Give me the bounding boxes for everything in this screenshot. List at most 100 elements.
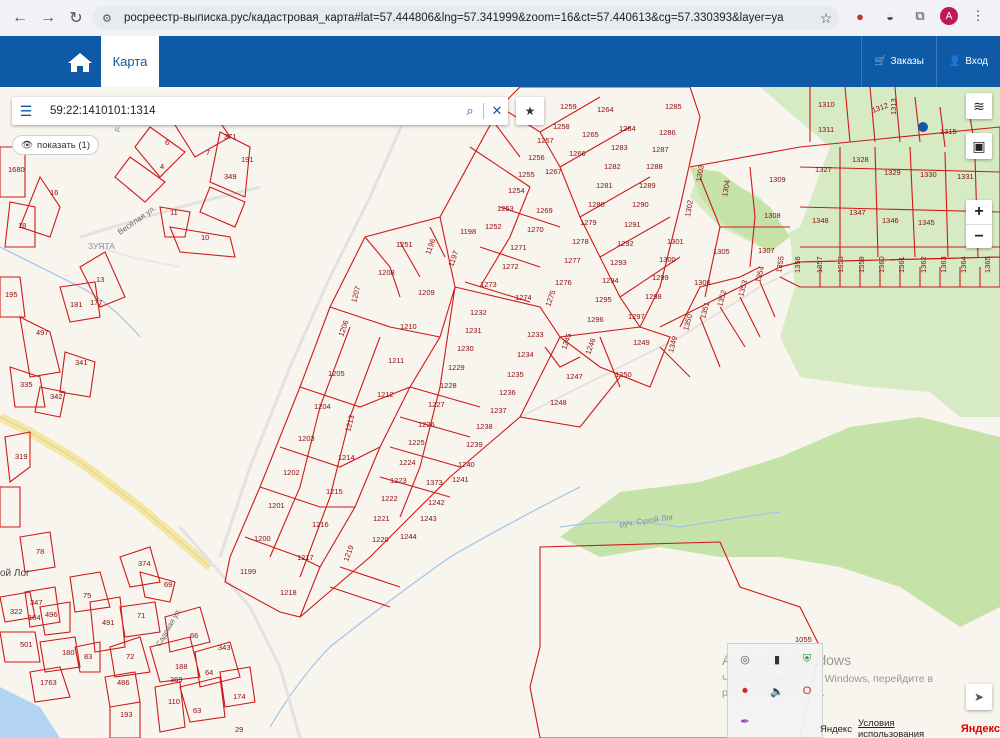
parcel-number-label[interactable]: 1363 <box>939 256 948 273</box>
parcel-number-label[interactable]: 497 <box>36 328 49 337</box>
parcel-number-label[interactable]: 1308 <box>764 211 781 220</box>
parcel-number-label[interactable]: 1232 <box>470 308 487 317</box>
parcel-number-label[interactable]: 16 <box>50 188 58 197</box>
parcel-number-label[interactable]: 1359 <box>857 256 866 273</box>
parcel-number-label[interactable]: 1330 <box>920 170 937 179</box>
address-bar[interactable]: ⚙ росреестр-выписка.рус/кадастровая_карт… <box>92 6 839 30</box>
parcel-number-label[interactable]: 1282 <box>604 162 621 171</box>
parcel-number-label[interactable]: 1279 <box>580 218 597 227</box>
parcel-number-label[interactable]: 1286 <box>659 128 676 137</box>
extension-fox-icon[interactable]: ● <box>850 6 870 26</box>
parcel-number-label[interactable]: 1313 <box>889 98 898 115</box>
parcel-number-label[interactable]: 343 <box>218 643 231 652</box>
parcel-number-label[interactable]: 191 <box>241 155 254 164</box>
parcel-number-label[interactable]: 1365 <box>983 256 992 273</box>
parcel-number-label[interactable]: 1315 <box>940 127 957 136</box>
parcel-number-label[interactable]: 496 <box>45 610 58 619</box>
tray-pen-icon[interactable]: ✒ <box>738 714 752 728</box>
parcel-number-label[interactable]: 1227 <box>428 400 445 409</box>
parcel-number-label[interactable]: 1230 <box>457 344 474 353</box>
parcel-number-label[interactable]: 1278 <box>572 237 589 246</box>
parcel-number-label[interactable]: 1209 <box>418 288 435 297</box>
parcel-number-label[interactable]: 1256 <box>528 153 545 162</box>
parcel-number-label[interactable]: 1258 <box>553 122 570 131</box>
parcel-number-label[interactable]: 1212 <box>377 390 394 399</box>
parcel-number-label[interactable]: 1217 <box>297 553 314 562</box>
tray-shield-icon[interactable]: ⛨ <box>800 652 814 666</box>
parcel-number-label[interactable]: 1202 <box>283 468 300 477</box>
parcel-number-label[interactable]: 1216 <box>312 520 329 529</box>
parcel-number-label[interactable]: 10 <box>201 233 209 242</box>
parcel-number-label[interactable]: 491 <box>102 618 115 627</box>
parcel-number-label[interactable]: 1357 <box>815 256 824 273</box>
parcel-number-label[interactable]: 75 <box>83 591 91 600</box>
parcel-number-label[interactable]: 1281 <box>596 181 613 190</box>
site-info-icon[interactable]: ⚙ <box>102 12 118 25</box>
parcel-number-label[interactable]: 374 <box>138 559 151 568</box>
parcel-number-label[interactable]: 1274 <box>515 293 532 302</box>
parcel-number-label[interactable]: 1236 <box>499 388 516 397</box>
parcel-number-label[interactable]: 1222 <box>381 494 398 503</box>
parcel-number-label[interactable]: 1269 <box>536 206 553 215</box>
parcel-number-label[interactable]: 1267 <box>545 167 562 176</box>
parcel-number-label[interactable]: 1250 <box>615 370 632 379</box>
parcel-number-label[interactable]: 1208 <box>378 268 395 277</box>
parcel-number-label[interactable]: 1680 <box>8 165 25 174</box>
tray-opera-icon[interactable]: O <box>800 684 814 698</box>
parcel-number-label[interactable]: 1301 <box>667 237 684 246</box>
parcel-number-label[interactable]: 1238 <box>476 422 493 431</box>
parcel-number-label[interactable]: 1280 <box>588 200 605 209</box>
parcel-number-label[interactable]: 1229 <box>448 363 465 372</box>
parcel-number-label[interactable]: 1310 <box>818 100 835 109</box>
parcel-number-label[interactable]: 1361 <box>897 256 906 273</box>
parcel-number-label[interactable]: 342 <box>50 392 63 401</box>
parcel-number-label[interactable]: 1223 <box>390 476 407 485</box>
parcel-number-label[interactable]: 369 <box>170 675 183 684</box>
extension-cup-icon[interactable]: ◒ <box>880 6 900 26</box>
parcel-number-label[interactable]: 1271 <box>510 243 527 252</box>
parcel-number-label[interactable]: 1252 <box>485 222 502 231</box>
bookmark-star-icon[interactable]: ☆ <box>813 10 839 27</box>
parcel-number-label[interactable]: 1309 <box>769 175 786 184</box>
terms-link[interactable]: Условия использования <box>858 718 955 738</box>
parcel-number-label[interactable]: 1226 <box>418 420 435 429</box>
parcel-number-label[interactable]: 71 <box>137 611 145 620</box>
search-input[interactable] <box>40 98 459 124</box>
parcel-number-label[interactable]: 18 <box>18 221 26 230</box>
parcel-number-label[interactable]: 64 <box>205 668 213 677</box>
parcel-number-label[interactable]: 1273 <box>480 280 497 289</box>
parcel-number-label[interactable]: 1293 <box>610 258 627 267</box>
login-button[interactable]: 👤 Вход <box>935 36 1000 87</box>
parcel-number-label[interactable]: 63 <box>193 706 201 715</box>
parcel-number-label[interactable]: 1284 <box>619 124 636 133</box>
parcel-number-label[interactable]: 1272 <box>502 262 519 271</box>
parcel-number-label[interactable]: 1288 <box>646 162 663 171</box>
favorites-star-icon[interactable]: ★ <box>516 97 544 125</box>
url-text[interactable]: росреестр-выписка.рус/кадастровая_карта#… <box>124 12 813 24</box>
parcel-number-label[interactable]: 180 <box>62 648 75 657</box>
parcel-number-label[interactable]: 1300 <box>659 255 676 264</box>
parcel-number-label[interactable]: 83 <box>84 652 92 661</box>
parcel-number-label[interactable]: 1220 <box>372 535 389 544</box>
parcel-number-label[interactable]: 1290 <box>632 200 649 209</box>
parcel-number-label[interactable]: 486 <box>117 678 130 687</box>
parcel-number-label[interactable]: 174 <box>233 692 246 701</box>
parcel-number-label[interactable]: 1255 <box>518 170 535 179</box>
parcel-number-label[interactable]: 347 <box>30 598 43 607</box>
parcel-number-label[interactable]: 11 <box>170 208 178 217</box>
parcel-number-label[interactable]: 1265 <box>582 130 599 139</box>
parcel-number-label[interactable]: 13 <box>96 275 104 284</box>
extensions-puzzle-icon[interactable]: ⧉ <box>910 6 930 26</box>
layers-icon[interactable]: ≋ <box>966 93 992 119</box>
parcel-number-label[interactable]: 1348 <box>812 216 829 225</box>
parcel-number-label[interactable]: 1297 <box>628 312 645 321</box>
parcel-number-label[interactable]: 1257 <box>537 136 554 145</box>
parcel-number-label[interactable]: 1240 <box>458 460 475 469</box>
parcel-number-label[interactable]: 78 <box>36 547 44 556</box>
reload-icon[interactable]: ↻ <box>64 6 88 30</box>
parcel-number-label[interactable]: 66 <box>190 631 198 640</box>
zoom-out-button[interactable]: − <box>966 224 992 248</box>
parcel-number-label[interactable]: 1291 <box>624 220 641 229</box>
parcel-number-label[interactable]: 1347 <box>849 208 866 217</box>
parcel-number-label[interactable]: 29 <box>235 725 243 734</box>
